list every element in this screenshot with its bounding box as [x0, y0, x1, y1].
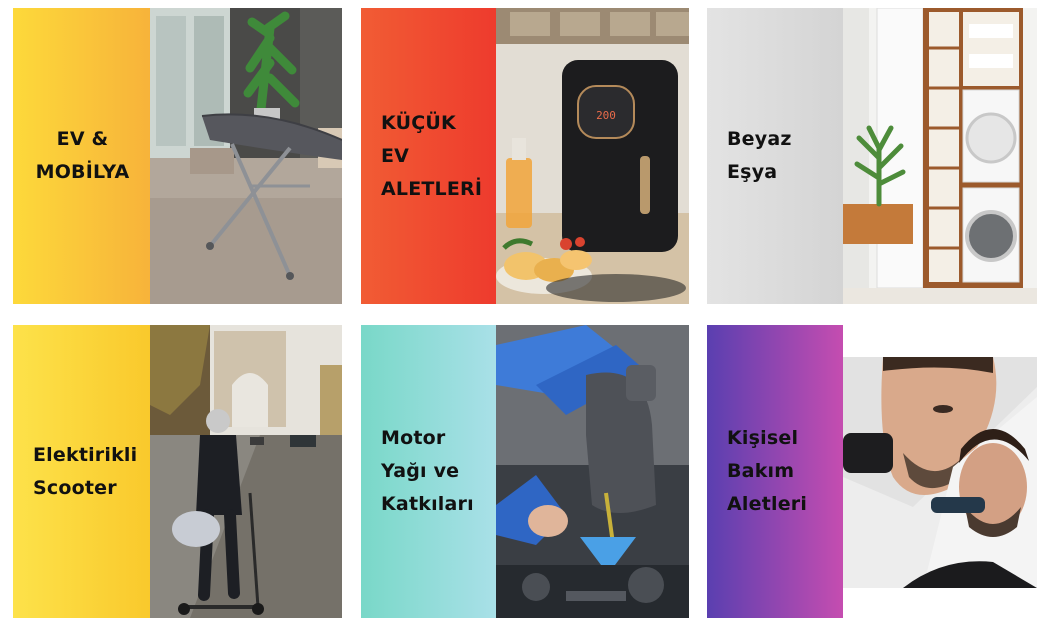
category-label-panel: EV & MOBİLYA — [13, 8, 150, 304]
laundry-room-photo — [843, 8, 1037, 304]
category-label-panel: KÜÇÜK EV ALETLERİ — [361, 8, 496, 304]
category-label-line: Kişisel — [727, 427, 799, 449]
category-label-line: Yağı ve — [381, 460, 460, 482]
scooter-paris-photo — [150, 325, 342, 618]
air-fryer-photo: 200 — [496, 8, 689, 304]
category-card-ev-mobilya[interactable]: EV & MOBİLYA — [13, 8, 342, 304]
category-label-line: Elektirikli — [33, 443, 138, 466]
category-label-line: EV — [381, 144, 410, 167]
category-label-line: Aletleri — [727, 493, 808, 515]
category-label-line: Motor — [381, 427, 446, 449]
category-label-line: Beyaz — [727, 128, 792, 150]
category-label-line: MOBİLYA — [35, 161, 130, 183]
category-card-kucuk-ev-aletleri[interactable]: KÜÇÜK EV ALETLERİ 200 — [361, 8, 689, 304]
category-label-line: ALETLERİ — [381, 177, 483, 200]
category-label-line: KÜÇÜK — [381, 111, 456, 134]
category-card-motor-yagi[interactable]: Motor Yağı ve Katkıları — [361, 325, 689, 618]
category-label-panel: Elektirikli Scooter — [13, 325, 150, 618]
category-label-line: EV & — [56, 128, 109, 150]
ironing-board-photo — [150, 8, 342, 304]
category-card-kisisel-bakim-aletleri[interactable]: Kişisel Bakım Aletleri — [707, 325, 1037, 618]
category-label-line: Scooter — [33, 476, 117, 499]
category-label-panel: Beyaz Eşya — [707, 8, 843, 304]
category-label-line: Katkıları — [381, 493, 474, 515]
category-label-line: Eşya — [727, 161, 778, 183]
grooming-trimmer-photo — [843, 357, 1037, 588]
category-card-beyaz-esya[interactable]: Beyaz Eşya — [707, 8, 1037, 304]
category-label-panel: Motor Yağı ve Katkıları — [361, 325, 496, 618]
motor-oil-photo — [496, 325, 689, 618]
category-label-panel: Kişisel Bakım Aletleri — [707, 325, 843, 618]
category-card-elektirikli-scooter[interactable]: Elektirikli Scooter — [13, 325, 342, 618]
air-fryer-display: 200 — [596, 109, 616, 122]
category-label-line: Bakım — [727, 460, 795, 482]
